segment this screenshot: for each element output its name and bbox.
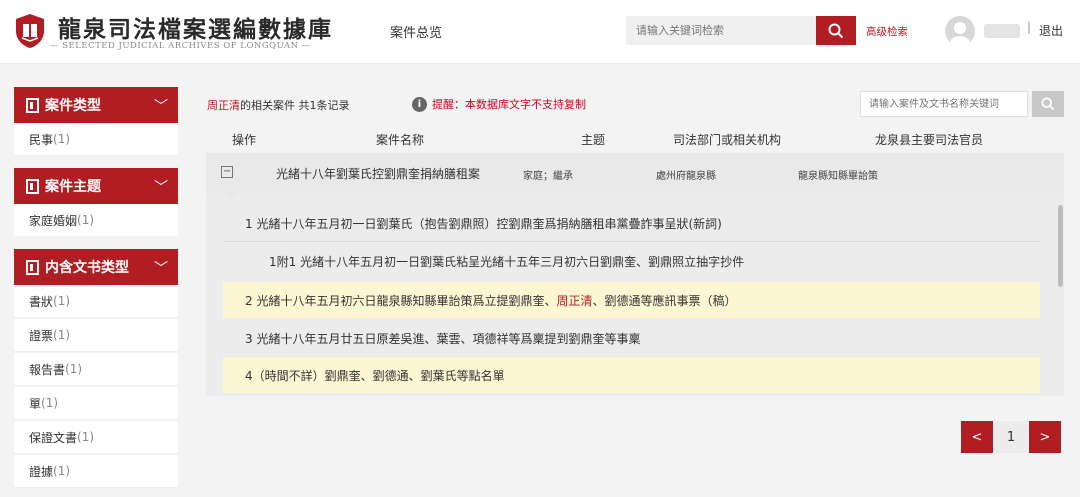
site-subtitle: — SELECTED JUDICIAL ARCHIVES OF LONGQUAN… bbox=[50, 41, 311, 51]
chevron-down-icon: ﹀ bbox=[154, 261, 168, 277]
filter-item-family-marriage[interactable]: 家庭婚姻 (1) bbox=[14, 204, 178, 237]
list-item[interactable]: 1 光緒十八年五月初一日劉葉氏（抱告劉鼎照）控劉鼎奎爲捐納膳租串黨疊詐事呈狀(新… bbox=[223, 206, 1040, 242]
case-search-button[interactable] bbox=[1032, 91, 1064, 117]
list-item[interactable]: 3 光緒十八年五月廿五日原差吳進、葉雲、項德祥等爲稟提到劉鼎奎等事稟 bbox=[223, 320, 1040, 356]
filter-item-label: 單 bbox=[29, 396, 42, 411]
doc-title: 1 光緒十八年五月初一日劉葉氏（抱告劉鼎照）控劉鼎奎爲捐納膳租串黨疊詐事呈狀(新… bbox=[245, 217, 722, 231]
column-header: 司法部门或相关机构 bbox=[673, 133, 782, 147]
doc-title: 4（時間不詳）劉鼎奎、劉德通、劉葉氏等點名單 bbox=[245, 368, 505, 383]
document-icon bbox=[26, 178, 39, 194]
result-summary: 周正清的相关案件 共1条记录 bbox=[207, 97, 350, 113]
search-input[interactable] bbox=[626, 16, 816, 45]
search-button[interactable] bbox=[816, 16, 856, 45]
username-redacted bbox=[984, 24, 1020, 38]
filter-item-label: 民事 bbox=[29, 132, 54, 147]
list-item[interactable]: 2 光緒十八年五月初六日龍泉縣知縣畢詒策爲立提劉鼎奎、 周正清 、劉德通等應訊事票（… bbox=[223, 282, 1040, 318]
filter-item-count: (1) bbox=[53, 132, 71, 146]
column-header: 操作 bbox=[232, 133, 257, 147]
list-item[interactable]: 4（時間不詳）劉鼎奎、劉德通、劉葉氏等點名單 bbox=[223, 357, 1040, 393]
filter-item-doc-type[interactable]: 書狀 (1) bbox=[14, 285, 178, 318]
filter-item-doc-type[interactable]: 單 (1) bbox=[14, 387, 178, 420]
filter-item-label: 家庭婚姻 bbox=[29, 213, 78, 228]
column-header: 主题 bbox=[581, 133, 606, 147]
case-official: 龍泉縣知縣畢詒策 bbox=[798, 171, 878, 182]
document-list: 1 光緒十八年五月初一日劉葉氏（抱告劉鼎照）控劉鼎奎爲捐納膳租串黨疊詐事呈狀(新… bbox=[206, 193, 1064, 396]
filter-item-count: (1) bbox=[65, 362, 83, 376]
filter-group-title: 案件类型 bbox=[45, 98, 101, 114]
filter-item-doc-type[interactable]: 證據 (1) bbox=[14, 455, 178, 488]
filter-item-count: (1) bbox=[53, 464, 71, 478]
result-count-text: 的相关案件 共1条记录 bbox=[240, 99, 350, 112]
results-panel: 周正清的相关案件 共1条记录 i 提醒：本数据库文字不支持复制 操作 案件名称 … bbox=[194, 80, 1080, 497]
shield-logo-icon bbox=[16, 14, 44, 48]
search-icon bbox=[828, 23, 844, 38]
filter-item-count: (1) bbox=[41, 396, 59, 410]
expand-pointer bbox=[222, 193, 238, 201]
doc-title: 、劉德通等應訊事票（稿） bbox=[592, 293, 737, 308]
prev-page-button[interactable]: < bbox=[961, 421, 993, 453]
page-number-button[interactable]: 1 bbox=[995, 421, 1027, 453]
filter-item-label: 報告書 bbox=[29, 362, 66, 377]
notice-text: 提醒：本数据库文字不支持复制 bbox=[432, 98, 586, 111]
scrollbar[interactable] bbox=[1058, 205, 1063, 287]
filter-item-civil[interactable]: 民事 (1) bbox=[14, 123, 178, 156]
next-page-button[interactable]: > bbox=[1029, 421, 1061, 453]
list-item[interactable]: 1附1 光緒十八年五月初一日劉葉氏粘呈光緒十五年三月初六日劉鼎奎、劉鼎照立抽字抄… bbox=[223, 243, 1040, 279]
filter-item-label: 保證文書 bbox=[29, 430, 78, 445]
nav-case-overview[interactable]: 案件总览 bbox=[390, 22, 442, 41]
person-name-link[interactable]: 周正清 bbox=[207, 99, 240, 112]
document-icon bbox=[26, 97, 39, 113]
filter-item-label: 證據 bbox=[29, 464, 54, 479]
chevron-down-icon: ﹀ bbox=[154, 180, 168, 196]
filter-item-label: 證票 bbox=[29, 328, 54, 343]
case-theme: 家庭；繼承 bbox=[523, 171, 573, 182]
table-row: − 光緒十八年劉葉氏控劉鼎奎捐納膳租案 家庭；繼承 處州府龍泉縣 龍泉縣知縣畢詒… bbox=[206, 153, 1064, 193]
document-icon bbox=[26, 259, 39, 275]
top-header: 龍泉司法檔案選編數據庫 — SELECTED JUDICIAL ARCHIVES… bbox=[0, 0, 1080, 64]
filter-group-title: 案件主题 bbox=[45, 179, 101, 195]
doc-title: 2 光緒十八年五月初六日龍泉縣知縣畢詒策爲立提劉鼎奎、 bbox=[245, 293, 557, 308]
column-header: 案件名称 bbox=[376, 133, 425, 147]
filter-doc-type-header[interactable]: 内含文书类型 ﹀ bbox=[14, 249, 178, 285]
logout-link[interactable]: 退出 bbox=[1039, 22, 1063, 39]
info-icon: i bbox=[412, 96, 427, 112]
case-name[interactable]: 光緒十八年劉葉氏控劉鼎奎捐納膳租案 bbox=[276, 165, 480, 182]
user-icon bbox=[950, 22, 970, 46]
case-dept: 處州府龍泉縣 bbox=[656, 171, 716, 182]
case-search-input[interactable] bbox=[860, 91, 1028, 117]
collapse-toggle[interactable]: − bbox=[221, 166, 233, 178]
table-header: 操作 案件名称 主题 司法部门或相关机构 龙泉县主要司法官员 bbox=[206, 125, 1064, 153]
filter-case-type-header[interactable]: 案件类型 ﹀ bbox=[14, 87, 178, 123]
filter-item-count: (1) bbox=[77, 213, 95, 227]
filter-item-count: (1) bbox=[53, 294, 71, 308]
chevron-down-icon: ﹀ bbox=[154, 99, 168, 115]
filter-item-count: (1) bbox=[53, 328, 71, 342]
doc-title-highlight: 周正清 bbox=[556, 293, 593, 308]
avatar[interactable] bbox=[945, 16, 975, 46]
search-icon bbox=[1041, 97, 1055, 111]
filter-item-doc-type[interactable]: 證票 (1) bbox=[14, 319, 178, 352]
doc-title: 3 光緒十八年五月廿五日原差吳進、葉雲、項德祥等爲稟提到劉鼎奎等事稟 bbox=[245, 331, 641, 346]
filter-item-doc-type[interactable]: 保證文書 (1) bbox=[14, 421, 178, 454]
filter-item-count: (1) bbox=[77, 430, 95, 444]
header-separator: | bbox=[1027, 20, 1032, 34]
site-title[interactable]: 龍泉司法檔案選編數據庫 bbox=[58, 10, 333, 44]
copy-notice: i 提醒：本数据库文字不支持复制 bbox=[412, 96, 586, 112]
filter-item-label: 書狀 bbox=[29, 294, 54, 309]
doc-title: 1附1 光緒十八年五月初一日劉葉氏粘呈光緒十五年三月初六日劉鼎奎、劉鼎照立抽字抄… bbox=[269, 254, 745, 269]
filter-group-title: 内含文书类型 bbox=[45, 260, 129, 276]
advanced-search-link[interactable]: 高级检索 bbox=[866, 24, 908, 39]
column-header: 龙泉县主要司法官员 bbox=[875, 133, 984, 147]
filter-case-theme-header[interactable]: 案件主题 ﹀ bbox=[14, 168, 178, 204]
filter-item-doc-type[interactable]: 報告書 (1) bbox=[14, 353, 178, 386]
